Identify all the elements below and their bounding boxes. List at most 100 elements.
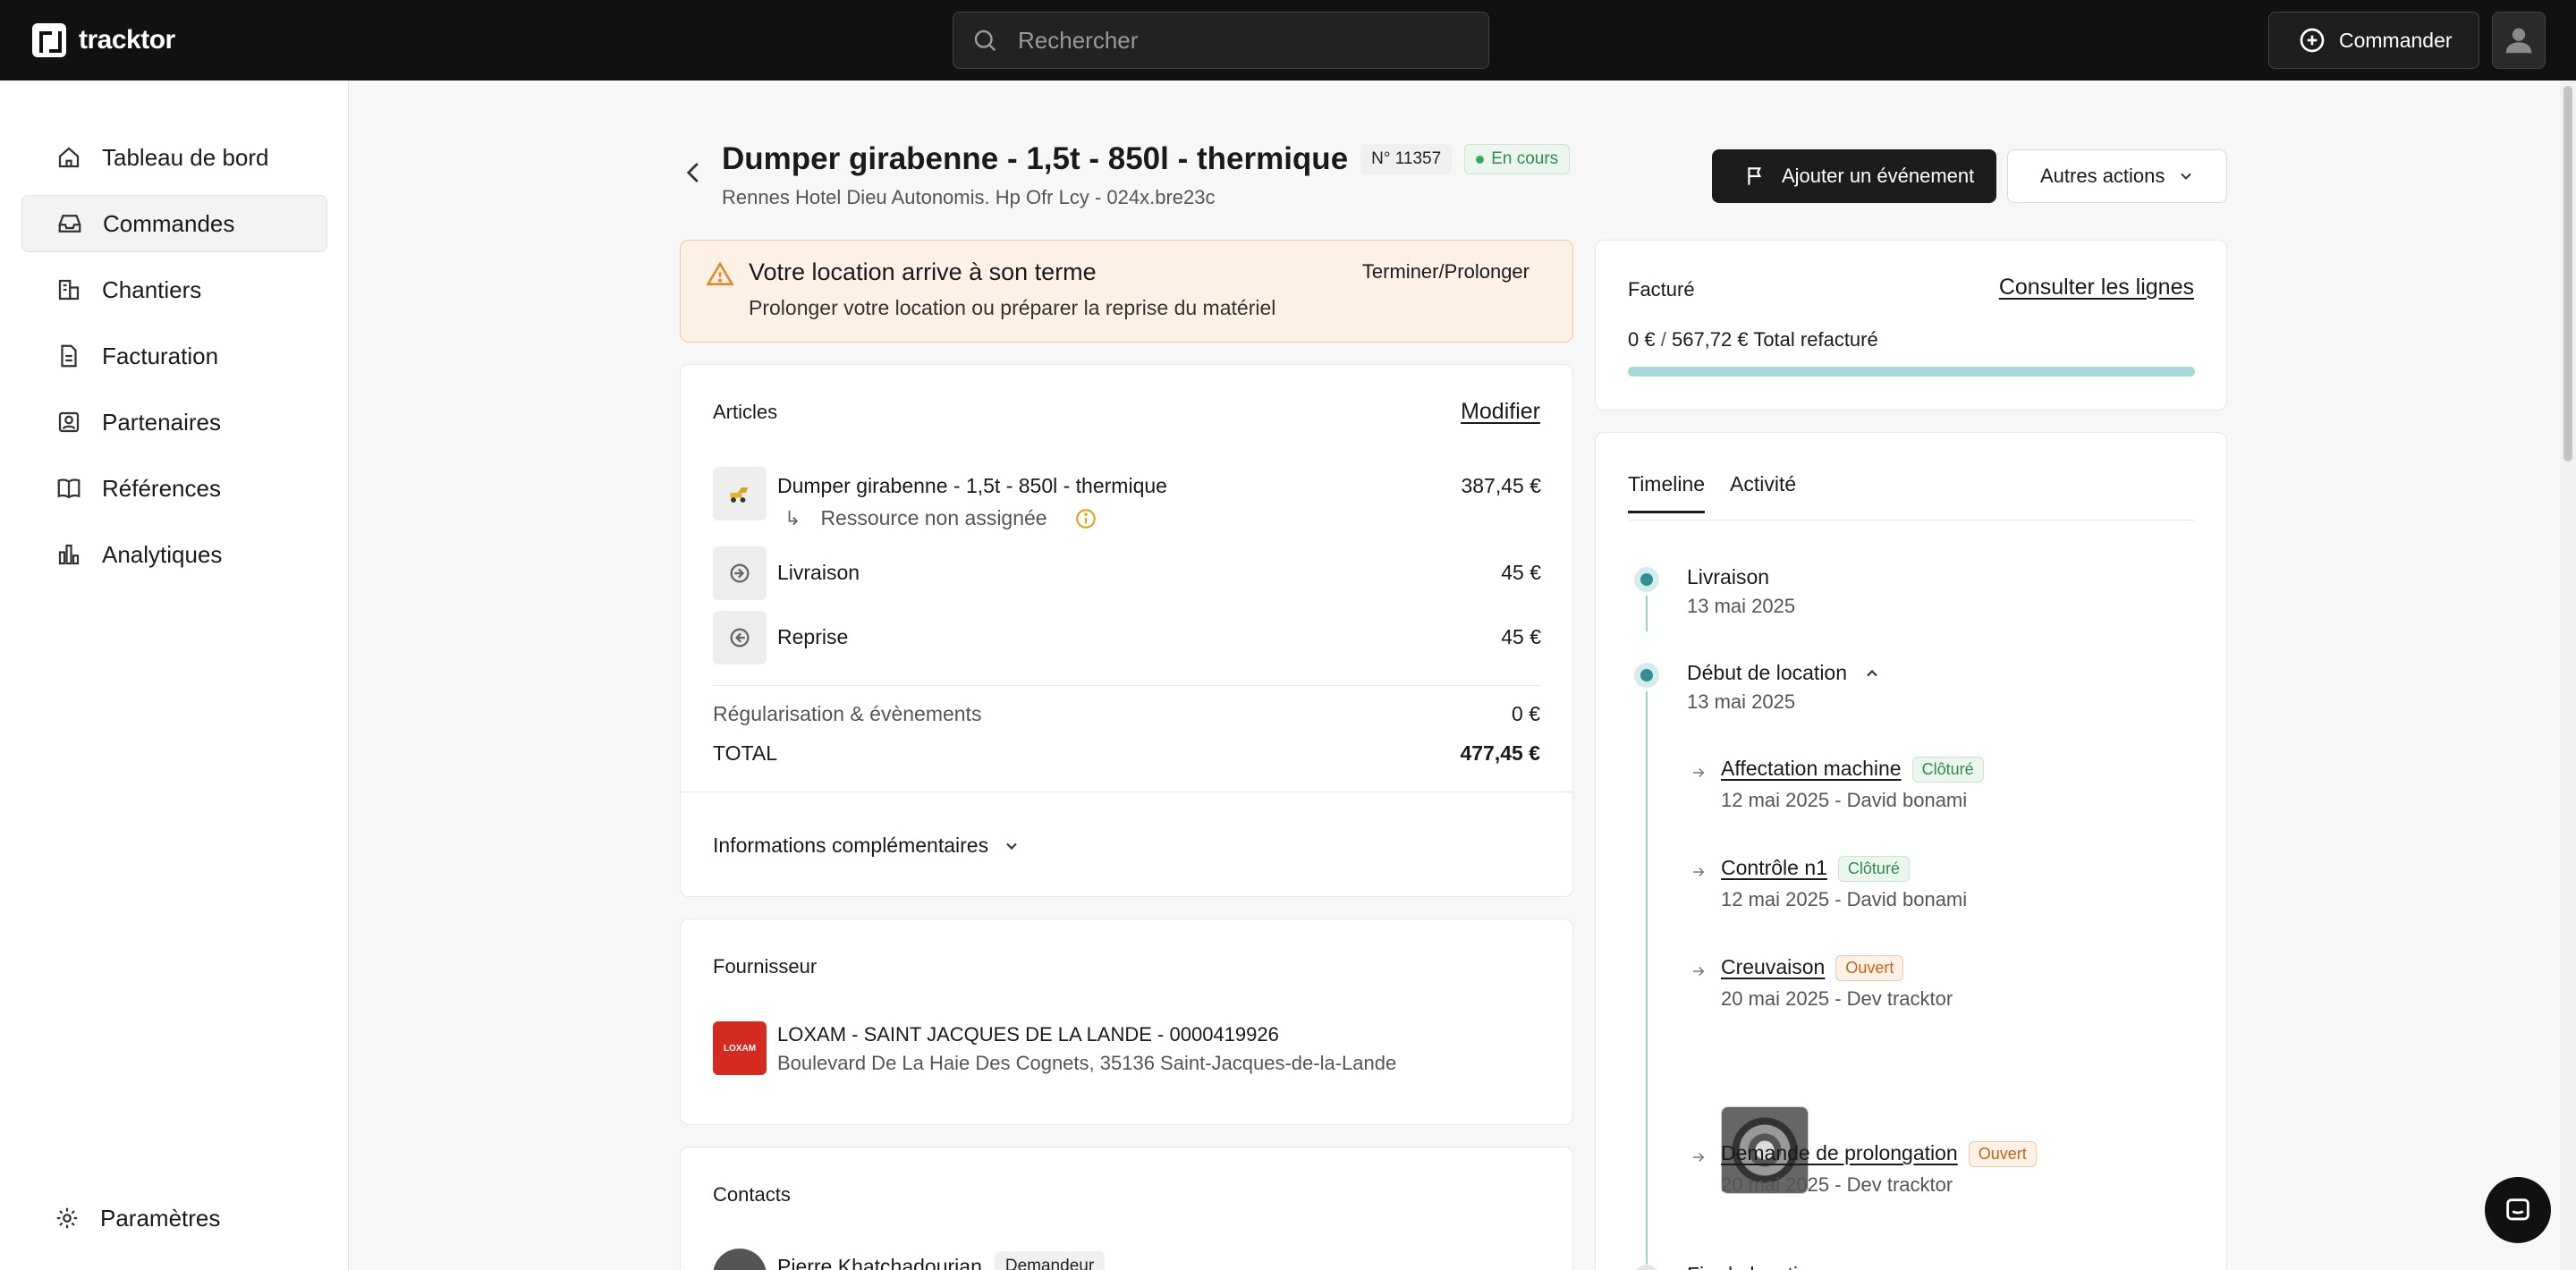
articles-title: Articles bbox=[713, 401, 778, 423]
book-icon bbox=[57, 478, 80, 499]
end-extend-link[interactable]: Terminer/Prolonger bbox=[1362, 260, 1530, 284]
search-bar[interactable] bbox=[953, 12, 1489, 69]
contact-row[interactable]: Pierre Khatchadourian Demandeur bbox=[777, 1251, 1106, 1270]
arrow-right-icon bbox=[1693, 966, 1705, 977]
sub-event-title[interactable]: Contrôle n1 bbox=[1721, 856, 1827, 879]
sidebar-item-commandes[interactable]: Commandes bbox=[21, 195, 327, 252]
sidebar-item-r-f-rences[interactable]: Références bbox=[21, 460, 327, 517]
pickup-out-icon bbox=[730, 628, 750, 648]
event-date: 13 mai 2025 bbox=[1687, 690, 1796, 713]
alert-text: Prolonger votre location ou préparer la … bbox=[749, 296, 1276, 319]
status-label: En cours bbox=[1491, 149, 1559, 168]
home-icon bbox=[58, 147, 80, 168]
event-header[interactable]: Début de location bbox=[1687, 661, 1881, 685]
edit-articles-link[interactable]: Modifier bbox=[1461, 399, 1540, 425]
sidebar-item-facturation[interactable]: Facturation bbox=[21, 327, 327, 385]
chart-icon bbox=[58, 544, 80, 565]
dumper-icon bbox=[730, 487, 749, 503]
article-row-delivery[interactable]: Livraison 45 € bbox=[713, 546, 1541, 600]
sidebar-item-tableau-de-bord[interactable]: Tableau de bord bbox=[21, 129, 327, 186]
billing-billed: 0 € bbox=[1628, 328, 1656, 351]
article-row-main[interactable]: Dumper girabenne - 1,5t - 850l - thermiq… bbox=[713, 467, 1541, 538]
scrollbar-thumb[interactable] bbox=[2563, 86, 2572, 461]
sub-event-meta: 12 mai 2025 - David bonami bbox=[1721, 888, 1968, 910]
arrow-right-icon bbox=[1693, 867, 1705, 877]
info-icon[interactable] bbox=[1074, 507, 1097, 530]
app-logo[interactable]: tracktor bbox=[32, 23, 175, 57]
logo-icon bbox=[32, 23, 66, 57]
warning-icon bbox=[706, 261, 734, 285]
delivery-thumbnail bbox=[713, 546, 767, 600]
search-icon bbox=[974, 30, 996, 52]
regularisation-price: 0 € bbox=[1512, 702, 1540, 725]
more-info-toggle[interactable]: Informations complémentaires bbox=[713, 834, 1021, 858]
chat-button[interactable] bbox=[2485, 1177, 2551, 1243]
dumper-thumbnail bbox=[713, 467, 767, 521]
billing-separator: / bbox=[1660, 328, 1666, 351]
supplier-card: Fournisseur LOXAM LOXAM - SAINT JACQUES … bbox=[680, 919, 1573, 1125]
status-dot-icon bbox=[1476, 155, 1485, 164]
order-number-badge: N° 11357 bbox=[1360, 144, 1453, 174]
sub-event-meta: 20 mai 2025 - Dev tracktor bbox=[1721, 1173, 1953, 1196]
page-title: Dumper girabenne - 1,5t - 850l - thermiq… bbox=[722, 141, 1349, 176]
order-button[interactable]: Commander bbox=[2268, 12, 2479, 69]
sub-event-row[interactable]: Affectation machine Clôturé bbox=[1721, 757, 1984, 783]
regularisation-label: Régularisation & évènements bbox=[713, 702, 982, 725]
add-event-button[interactable]: Ajouter un événement bbox=[1712, 149, 1996, 203]
more-info-label: Informations complémentaires bbox=[713, 834, 989, 857]
user-menu-button[interactable] bbox=[2492, 12, 2546, 69]
chevron-up-icon[interactable] bbox=[1863, 665, 1881, 682]
sidebar-item-label: Tableau de bord bbox=[102, 143, 269, 171]
plus-circle-icon bbox=[2300, 28, 2325, 53]
delivery-label: Livraison bbox=[777, 561, 860, 584]
sidebar-item-label: Analytiques bbox=[102, 540, 223, 568]
sidebar-item-settings[interactable]: Paramètres bbox=[21, 1190, 327, 1247]
sub-event-title[interactable]: Demande de prolongation bbox=[1721, 1141, 1958, 1164]
sidebar-item-label: Chantiers bbox=[102, 275, 202, 303]
timeline-card: Timeline Activité Livraison 13 mai 2025 … bbox=[1595, 432, 2227, 1270]
timeline-connector bbox=[1646, 691, 1648, 1264]
sub-event-row[interactable]: Creuvaison Ouvert bbox=[1721, 955, 1904, 982]
sub-event-row[interactable]: Demande de prolongation Ouvert bbox=[1721, 1141, 2037, 1168]
total-label: TOTAL bbox=[713, 741, 777, 765]
status-badge: Clôturé bbox=[1911, 757, 1984, 783]
timeline-dot bbox=[1634, 1265, 1659, 1270]
settings-label: Paramètres bbox=[100, 1204, 221, 1232]
arrow-right-icon bbox=[1693, 1152, 1705, 1163]
pickup-thumbnail bbox=[713, 611, 767, 665]
rental-ending-alert: Votre location arrive à son terme Prolon… bbox=[680, 240, 1573, 343]
article-row-pickup[interactable]: Reprise 45 € bbox=[713, 611, 1541, 665]
resource-line: ↳ Ressource non assignée bbox=[784, 506, 1097, 530]
event-date: 13 mai 2025 bbox=[1687, 595, 1796, 617]
scrollbar[interactable] bbox=[2560, 80, 2576, 1270]
sub-event-title[interactable]: Affectation machine bbox=[1721, 757, 1902, 780]
tab-activity[interactable]: Activité bbox=[1730, 472, 1796, 496]
billing-title: Facturé bbox=[1628, 278, 1695, 301]
billing-total: 567,72 € Total refacturé bbox=[1671, 328, 1878, 351]
sub-event-row[interactable]: Contrôle n1 Clôturé bbox=[1721, 856, 1910, 883]
other-actions-button[interactable]: Autres actions bbox=[2007, 149, 2227, 203]
pickup-label: Reprise bbox=[777, 625, 849, 648]
chevron-down-icon bbox=[2181, 173, 2192, 180]
sidebar-item-label: Commandes bbox=[103, 209, 235, 237]
articles-divider bbox=[713, 685, 1541, 686]
sidebar-item-chantiers[interactable]: Chantiers bbox=[21, 261, 327, 318]
sidebar-item-partenaires[interactable]: Partenaires bbox=[21, 394, 327, 451]
status-badge: Ouvert bbox=[1835, 955, 1904, 982]
timeline-dot bbox=[1634, 567, 1659, 592]
tab-timeline[interactable]: Timeline bbox=[1628, 472, 1706, 513]
inbox-icon bbox=[58, 215, 81, 233]
sub-event-title[interactable]: Creuvaison bbox=[1721, 955, 1825, 978]
timeline-dot bbox=[1634, 663, 1659, 688]
alert-title: Votre location arrive à son terme bbox=[749, 258, 1097, 285]
contact-icon bbox=[58, 411, 80, 433]
search-input[interactable] bbox=[1018, 26, 1447, 55]
timeline-connector bbox=[1646, 596, 1648, 631]
sidebar: Tableau de bord Commandes Chantiers Factura… bbox=[0, 80, 349, 1270]
view-lines-link[interactable]: Consulter les lignes bbox=[1999, 275, 2194, 301]
contacts-title: Contacts bbox=[713, 1183, 791, 1206]
back-arrow-icon[interactable] bbox=[681, 159, 708, 186]
sidebar-item-analytiques[interactable]: Analytiques bbox=[21, 526, 327, 583]
sidebar-item-label: Facturation bbox=[102, 342, 219, 369]
chevron-down-icon bbox=[1006, 842, 1017, 850]
